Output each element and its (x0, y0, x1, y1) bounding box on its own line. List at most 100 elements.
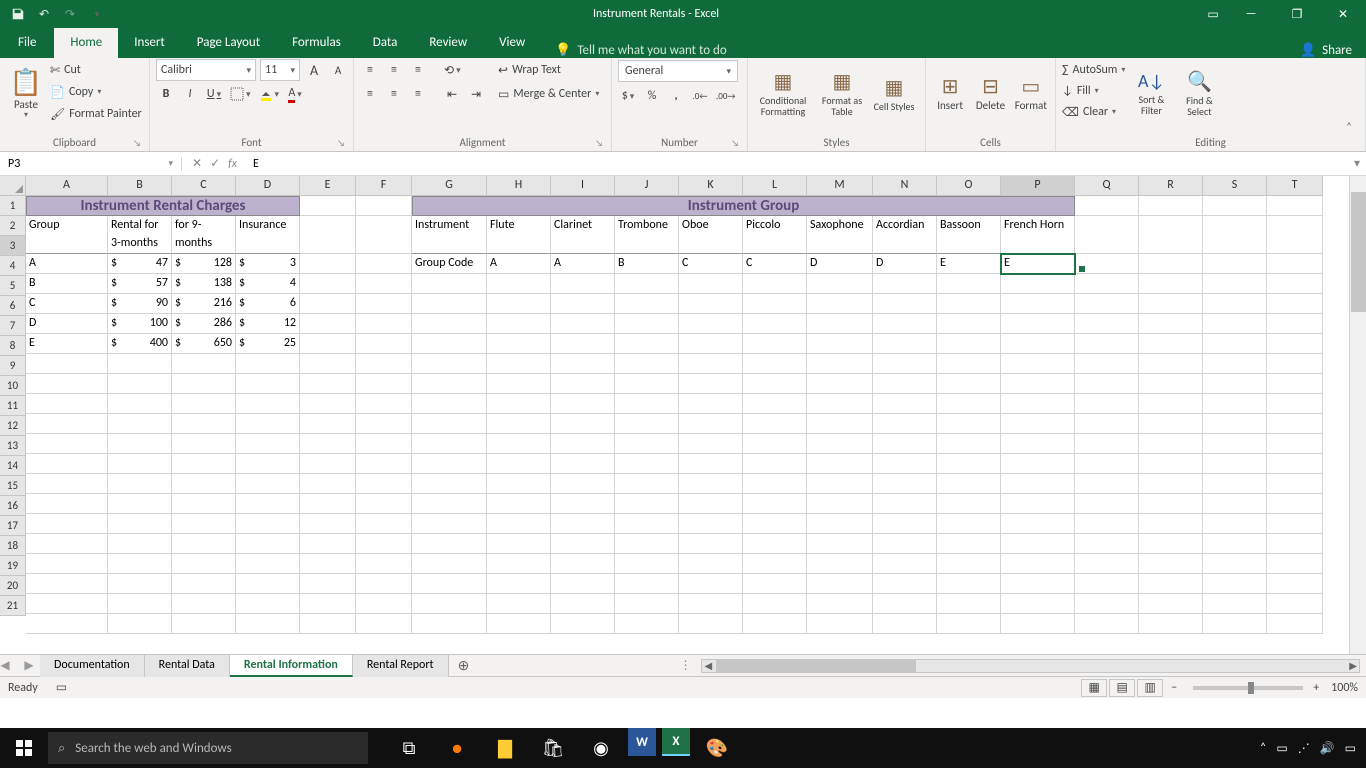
cell[interactable] (1075, 614, 1139, 634)
cell[interactable] (615, 314, 679, 334)
cell[interactable] (937, 474, 1001, 494)
cell[interactable] (1139, 434, 1203, 454)
cell[interactable] (356, 294, 412, 314)
cell[interactable] (1203, 494, 1267, 514)
cell[interactable] (873, 394, 937, 414)
cell[interactable] (1267, 614, 1323, 634)
cell[interactable] (937, 394, 1001, 414)
cell[interactable] (172, 354, 236, 374)
cell[interactable] (26, 574, 108, 594)
cell[interactable] (1075, 374, 1139, 394)
cell[interactable] (551, 534, 615, 554)
cell[interactable] (743, 614, 807, 634)
cell-styles-button[interactable]: ▦Cell Styles (872, 60, 916, 128)
cell[interactable] (172, 454, 236, 474)
cell[interactable]: $216 (172, 294, 236, 314)
cell[interactable] (679, 554, 743, 574)
cell[interactable] (937, 574, 1001, 594)
cell[interactable] (743, 594, 807, 614)
borders-button[interactable] (228, 84, 253, 104)
italic-button[interactable]: I (180, 84, 200, 104)
cell[interactable] (615, 614, 679, 634)
cell[interactable] (1203, 254, 1267, 274)
cell[interactable] (873, 494, 937, 514)
cell[interactable] (236, 614, 300, 634)
cell[interactable] (1001, 494, 1075, 514)
cell[interactable]: Insurance (236, 216, 300, 254)
column-header[interactable]: T (1267, 176, 1323, 196)
row-header[interactable]: 11 (0, 396, 26, 416)
cell[interactable] (1203, 314, 1267, 334)
charges-title[interactable]: Instrument Rental Charges (26, 196, 300, 216)
cell[interactable] (236, 354, 300, 374)
cell[interactable] (1203, 196, 1267, 216)
cell[interactable] (937, 434, 1001, 454)
cell[interactable] (1139, 594, 1203, 614)
cell[interactable] (807, 294, 873, 314)
cell[interactable]: $90 (108, 294, 172, 314)
cell[interactable] (1075, 216, 1139, 254)
cell[interactable] (412, 454, 487, 474)
name-box[interactable]: P3▾ (0, 157, 182, 171)
cell[interactable] (1139, 614, 1203, 634)
cell[interactable] (1001, 554, 1075, 574)
cell[interactable]: $138 (172, 274, 236, 294)
cell[interactable] (937, 314, 1001, 334)
cell[interactable] (1075, 294, 1139, 314)
align-middle-icon[interactable]: ≡ (384, 60, 404, 80)
sheet-tab[interactable]: Rental Data (145, 655, 230, 677)
cell[interactable] (1075, 314, 1139, 334)
cell[interactable] (1203, 554, 1267, 574)
cell[interactable] (1203, 594, 1267, 614)
start-button[interactable] (0, 728, 48, 768)
cell[interactable] (873, 594, 937, 614)
cell[interactable]: Clarinet (551, 216, 615, 254)
cell[interactable] (26, 594, 108, 614)
cell[interactable] (1203, 294, 1267, 314)
tab-page-layout[interactable]: Page Layout (181, 28, 276, 58)
cell[interactable]: B (26, 274, 108, 294)
cell[interactable] (1001, 514, 1075, 534)
cell[interactable] (1001, 374, 1075, 394)
tray-volume-icon[interactable]: 🔊 (1320, 741, 1335, 756)
cell[interactable] (743, 314, 807, 334)
minimize-button[interactable]: — (1228, 0, 1274, 28)
cell[interactable] (356, 534, 412, 554)
format-cells-button[interactable]: ▭Format (1013, 60, 1049, 128)
cell[interactable] (679, 454, 743, 474)
cell[interactable]: $128 (172, 254, 236, 274)
cell[interactable] (1267, 594, 1323, 614)
cell[interactable]: D (873, 254, 937, 274)
cell[interactable] (26, 454, 108, 474)
cell[interactable] (743, 394, 807, 414)
column-header[interactable]: C (172, 176, 236, 196)
row-header[interactable]: 19 (0, 556, 26, 576)
cell[interactable] (873, 614, 937, 634)
font-dialog-icon[interactable]: ↘ (337, 138, 345, 149)
cell[interactable] (26, 394, 108, 414)
cell[interactable] (487, 434, 551, 454)
cell[interactable] (300, 594, 356, 614)
increase-indent-icon[interactable]: ⇥ (466, 84, 486, 104)
cell[interactable] (937, 494, 1001, 514)
cell[interactable] (26, 414, 108, 434)
cell[interactable]: $3 (236, 254, 300, 274)
cell[interactable] (937, 514, 1001, 534)
cell[interactable] (1075, 554, 1139, 574)
cell[interactable] (551, 294, 615, 314)
cell[interactable] (807, 274, 873, 294)
share-button[interactable]: 👤 Share (1286, 43, 1366, 58)
cell[interactable] (615, 574, 679, 594)
cell[interactable] (1267, 374, 1323, 394)
cell[interactable] (1075, 514, 1139, 534)
cell[interactable] (807, 434, 873, 454)
cell[interactable] (679, 574, 743, 594)
cell[interactable] (1001, 334, 1075, 354)
cell[interactable] (679, 374, 743, 394)
cell[interactable] (937, 534, 1001, 554)
vertical-scrollbar[interactable] (1349, 176, 1366, 654)
cell[interactable]: A (487, 254, 551, 274)
align-center-icon[interactable]: ≡ (384, 84, 404, 104)
cell[interactable] (487, 354, 551, 374)
cell[interactable] (679, 354, 743, 374)
